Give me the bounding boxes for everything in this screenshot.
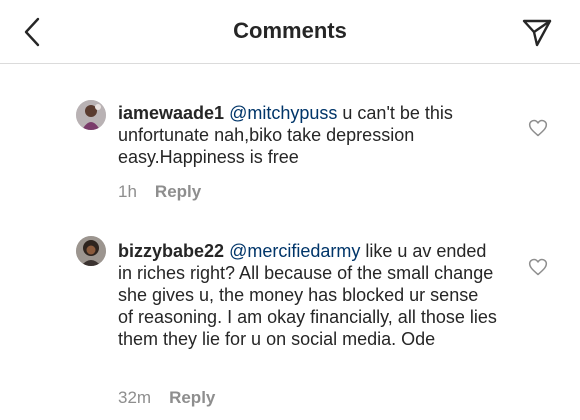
- reply-button[interactable]: Reply: [155, 182, 201, 201]
- comment-time: 1h: [118, 182, 137, 201]
- comment-meta: 1h Reply: [118, 182, 201, 202]
- avatar[interactable]: [76, 236, 106, 266]
- avatar-image: [76, 100, 106, 130]
- page-title: Comments: [233, 18, 347, 43]
- comment-mention[interactable]: @mercifiedarmy: [229, 241, 360, 261]
- share-button[interactable]: [520, 16, 554, 50]
- comment-meta: 32m Reply: [118, 388, 215, 408]
- comment-username[interactable]: iamewaade1: [118, 103, 224, 123]
- paper-plane-icon: [522, 19, 552, 47]
- heart-outline-icon: [528, 119, 548, 137]
- comment-text: bizzybabe22 @mercifiedarmy like u av end…: [118, 240, 498, 350]
- like-button[interactable]: [528, 257, 548, 277]
- avatar-image: [76, 236, 106, 266]
- avatar[interactable]: [76, 100, 106, 130]
- comment-text: iamewaade1 @mitchypuss u can't be this u…: [118, 102, 498, 168]
- reply-button[interactable]: Reply: [169, 388, 215, 407]
- comment-mention[interactable]: @mitchypuss: [229, 103, 337, 123]
- heart-outline-icon: [528, 258, 548, 276]
- comment-username[interactable]: bizzybabe22: [118, 241, 224, 261]
- like-button[interactable]: [528, 118, 548, 138]
- top-bar: Comments: [0, 0, 580, 64]
- comment-time: 32m: [118, 388, 152, 407]
